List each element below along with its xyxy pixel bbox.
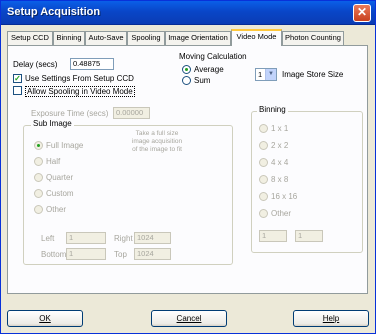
title-bar[interactable]: Setup Acquisition ✕ [1, 1, 375, 25]
tab-binning[interactable]: Binning [53, 31, 85, 45]
tab-auto-save[interactable]: Auto-Save [85, 31, 127, 45]
sub-image-full-radio[interactable] [34, 141, 43, 150]
sub-image-custom-radio[interactable] [34, 189, 43, 198]
binning-option-label: 8 x 8 [271, 175, 289, 184]
tab-image-orientation[interactable]: Image Orientation [165, 31, 231, 45]
binning-option-label: Other [271, 209, 292, 218]
sum-radio[interactable] [182, 76, 191, 85]
binning-4x4-radio[interactable] [259, 158, 268, 167]
moving-calculation-label: Moving Calculation [179, 52, 247, 61]
window-title: Setup Acquisition [7, 6, 101, 18]
cancel-label: Cancel [176, 314, 202, 323]
bottom-field[interactable]: 1 [66, 248, 106, 260]
tab-spooling[interactable]: Spooling [127, 31, 165, 45]
help-label: Help [322, 314, 340, 323]
sub-image-title: Sub Image [31, 119, 74, 129]
sum-label: Sum [194, 76, 211, 85]
delay-field[interactable]: 0.48875 [70, 58, 114, 70]
right-field[interactable]: 1024 [134, 232, 171, 244]
chevron-down-icon[interactable]: ▼ [265, 69, 276, 80]
left-field[interactable]: 1 [66, 232, 106, 244]
exposure-time-label: Exposure Time (secs) [31, 109, 109, 118]
sub-image-option-label: Full Image [46, 141, 84, 150]
binning-1x1-radio[interactable] [259, 124, 268, 133]
allow-spooling-label: Allow Spooling in Video Mode [25, 86, 135, 97]
sub-image-quarter-radio[interactable] [34, 173, 43, 182]
right-label: Right [114, 234, 133, 243]
sub-image-option-label: Half [46, 157, 61, 166]
delay-label: Delay (secs) [13, 60, 58, 69]
ok-label: OK [39, 314, 51, 323]
binning-other-radio[interactable] [259, 209, 268, 218]
image-store-size-value: 1 [258, 70, 263, 79]
binning-vertical-field[interactable]: 1 [295, 230, 323, 242]
top-label: Top [114, 250, 127, 259]
sub-image-option-label: Other [46, 205, 67, 214]
help-button[interactable]: Help [293, 310, 369, 327]
binning-16x16-radio[interactable] [259, 192, 268, 201]
average-radio[interactable] [182, 65, 191, 74]
top-field[interactable]: 1024 [134, 248, 171, 260]
exposure-time-field[interactable]: 0.00000 [113, 107, 150, 119]
allow-spooling-checkbox[interactable] [13, 86, 22, 95]
tab-setup-ccd[interactable]: Setup CCD [7, 31, 53, 45]
setup-acquisition-window: Setup Acquisition ✕ Setup CCD Binning Au… [0, 0, 376, 334]
use-settings-checkbox[interactable]: ✓ [13, 74, 22, 83]
image-store-size-label: Image Store Size [282, 70, 344, 79]
sub-image-option-label: Custom [46, 189, 74, 198]
tab-photon-counting[interactable]: Photon Counting [282, 31, 344, 45]
binning-title: Binning [257, 105, 288, 115]
use-settings-label: Use Settings From Setup CCD [25, 74, 134, 83]
cancel-button[interactable]: Cancel [151, 310, 227, 327]
ok-button[interactable]: OK [7, 310, 83, 327]
sub-image-half-radio[interactable] [34, 157, 43, 166]
sub-image-option-label: Quarter [46, 173, 74, 182]
binning-option-label: 1 x 1 [271, 124, 289, 133]
binning-option-label: 16 x 16 [271, 192, 298, 201]
binning-horizontal-field[interactable]: 1 [259, 230, 287, 242]
left-label: Left [41, 234, 55, 243]
bottom-label: Bottom [41, 250, 67, 259]
average-label: Average [194, 65, 224, 74]
binning-2x2-radio[interactable] [259, 141, 268, 150]
sub-image-note: Take a full size image acquisition of th… [131, 130, 183, 153]
sub-image-other-radio[interactable] [34, 205, 43, 214]
tab-video-mode[interactable]: Video Mode [231, 29, 282, 46]
binning-option-label: 4 x 4 [271, 158, 289, 167]
close-button[interactable]: ✕ [353, 4, 371, 22]
image-store-size-select[interactable]: 1 ▼ [255, 68, 277, 81]
binning-8x8-radio[interactable] [259, 175, 268, 184]
binning-option-label: 2 x 2 [271, 141, 289, 150]
